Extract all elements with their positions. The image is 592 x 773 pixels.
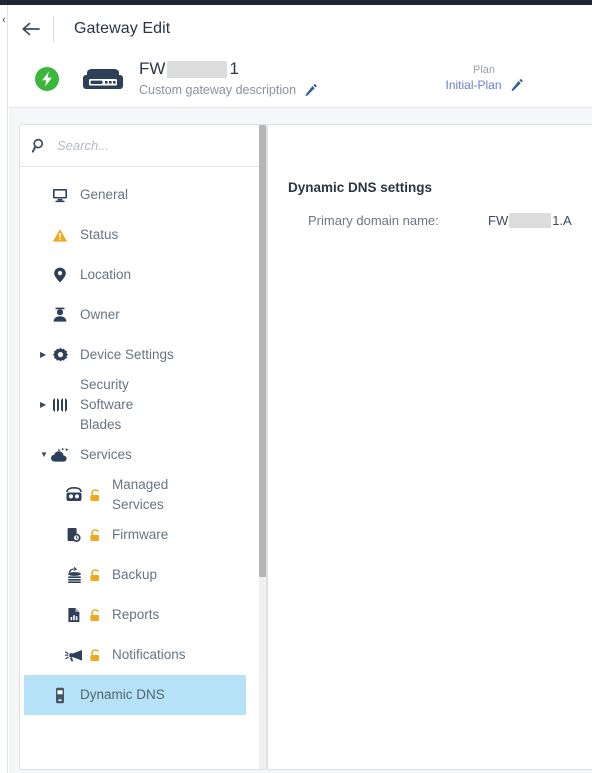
pencil-icon[interactable] [304,83,317,97]
gateway-description: Custom gateway description [139,83,297,97]
lock-icon [88,488,102,502]
sidebar-subitem-label: Notifications [112,647,186,662]
gateway-identity: FW 1 Custom gateway description [139,58,317,97]
sidebar-item-security-software-blades[interactable]: ▶ Security Software Blades [20,375,266,435]
sidebar-subitem-label: Backup [112,567,158,582]
chevron-down-icon[interactable]: ▼ [40,451,48,459]
gateway-description-row: Custom gateway description [139,83,317,97]
header-divider [53,15,54,42]
search-icon [32,138,47,153]
left-rail: ‹ [0,5,8,773]
sidebar-subitem-label: Firmware [112,527,169,542]
sidebar-nav-list: General Status Location Owner ▶ Device S… [20,167,266,715]
sidebar-scrollbar-track[interactable] [259,125,266,769]
sidebar-subitem-reports[interactable]: Reports [20,595,266,635]
sidebar-subitem-notifications[interactable]: Notifications [20,635,266,675]
sidebar-subitem-label: Managed Services [112,477,169,512]
page-body: General Status [9,108,592,773]
firmware-icon [64,527,84,543]
gateway-name-suffix: 1 [229,59,239,78]
page-header: Gateway Edit [9,5,592,52]
field-value-prefix: FW [488,213,509,228]
blades-icon [50,397,70,413]
sidebar-scrollbar-thumb[interactable] [259,125,266,577]
plan-value-row: Initial-Plan [429,78,539,92]
sidebar-item-services[interactable]: ▼ Services [20,435,266,475]
lock-icon [88,648,102,662]
gateway-appliance-icon [78,66,128,94]
field-value-suffix: 1.A [552,213,572,228]
sidebar-item-label: Services [80,447,132,462]
sidebar-item-label: Owner [80,307,120,322]
sidebar-item-device-settings[interactable]: ▶ Device Settings [20,335,266,375]
lock-icon [88,568,102,582]
monitor-icon [50,188,70,203]
sidebar-item-status[interactable]: Status [20,215,266,255]
sidebar-subitem-firmware[interactable]: Firmware [20,515,266,555]
settings-sidebar: General Status [19,124,267,770]
chevron-right-icon[interactable]: ▶ [40,351,46,359]
lock-icon [88,528,102,542]
warning-triangle-icon [50,228,70,243]
plan-label: Plan [472,64,496,76]
sidebar-subitem-label: Reports [112,607,160,622]
sidebar-item-location[interactable]: Location [20,255,266,295]
section-heading: Dynamic DNS settings [288,180,433,195]
gateway-summary-bar: FW 1 Custom gateway description Plan Ini… [9,52,592,108]
chevron-left-icon[interactable]: ‹ [0,13,8,27]
search-row [20,125,266,167]
sidebar-item-label: Status [80,227,119,242]
lock-icon [88,608,102,622]
arrow-left-icon [21,21,41,37]
user-icon [50,307,70,323]
cloud-services-icon [50,447,70,463]
field-label: Primary domain name: [308,213,439,228]
gateway-name: FW 1 [139,58,317,80]
map-pin-icon [50,267,70,283]
managed-services-icon [64,487,84,503]
sidebar-item-label: Security Software Blades [80,377,134,432]
sidebar-item-owner[interactable]: Owner [20,295,266,335]
sidebar-subitem-label: Dynamic DNS [80,687,165,702]
field-row-primary-domain-name: Primary domain name: FW 1.A [308,213,592,228]
reports-icon [64,607,84,623]
chevron-right-icon[interactable]: ▶ [40,401,46,409]
page-title: Gateway Edit [74,19,171,37]
megaphone-icon [64,648,84,662]
dynamic-dns-icon [50,687,70,704]
green-lightning-status-icon [34,66,60,92]
sidebar-item-label: General [80,187,129,202]
gateway-name-prefix: FW [139,59,166,78]
field-value: FW 1.A [488,213,572,228]
redacted-domain-block [509,213,552,228]
sidebar-subitem-managed-services[interactable]: Managed Services [20,475,266,515]
sidebar-item-label: Location [80,267,132,282]
sidebar-subitem-dynamic-dns[interactable]: Dynamic DNS [24,675,246,715]
sidebar-item-label: Device Settings [80,347,174,362]
search-input[interactable] [55,137,239,154]
backup-icon [64,567,84,583]
gear-icon [50,347,70,364]
pencil-icon[interactable] [510,78,523,92]
plan-link[interactable]: Initial-Plan [445,78,501,92]
content-panel: Dynamic DNS settings Primary domain name… [267,124,592,770]
sidebar-subitem-backup[interactable]: Backup [20,555,266,595]
redacted-name-block [167,60,228,78]
sidebar-item-general[interactable]: General [20,175,266,215]
plan-block: Plan Initial-Plan [429,64,539,92]
back-button[interactable] [9,5,53,52]
